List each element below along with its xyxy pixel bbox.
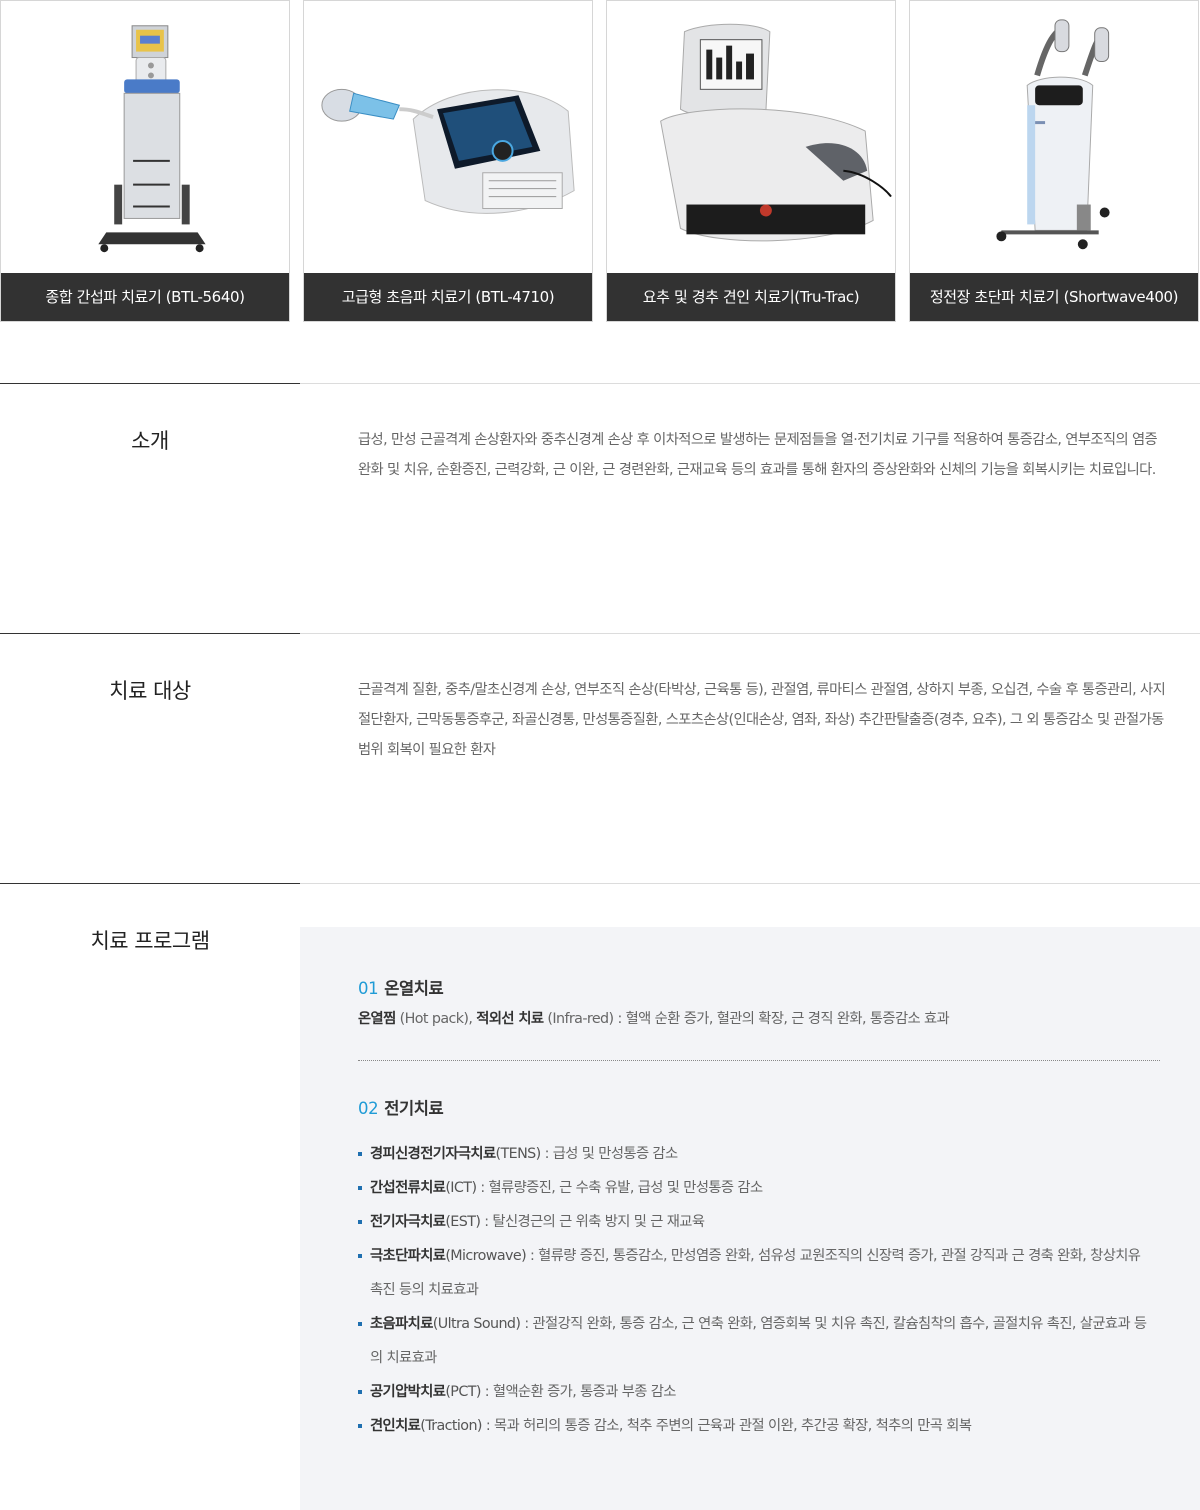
equipment-caption: 정전장 초단파 치료기 (Shortwave400) <box>910 273 1198 321</box>
program-title-electric: 02 전기치료 <box>358 1095 444 1119</box>
equipment-caption: 종합 간섭파 치료기 (BTL-5640) <box>1 273 289 321</box>
section-divider <box>0 883 300 884</box>
treatment-effect: : 급성 및 만성통증 감소 <box>540 1146 679 1162</box>
equipment-card-traction[interactable]: 요추 및 경추 견인 치료기(Tru-Trac) <box>606 0 896 322</box>
list-item: 경피신경전기자극치료(TENS) : 급성 및 만성통증 감소 <box>358 1137 1148 1171</box>
intro-section: 소개 급성, 만성 근골격계 손상환자와 중추신경계 손상 후 이차적으로 발생… <box>0 383 1200 633</box>
program-number: 02 <box>358 1099 379 1118</box>
treatment-code: (PCT) <box>445 1384 481 1400</box>
program-box: 01 온열치료 온열찜 (Hot pack), 적외선 치료 (Infra-red… <box>300 927 1200 1510</box>
treatment-effect: : 혈액순환 증가, 통증과 부종 감소 <box>480 1384 677 1400</box>
section-divider <box>300 883 1200 884</box>
section-divider <box>0 633 300 634</box>
treatment-name: 극초단파치료 <box>370 1248 446 1264</box>
program-title-heat: 01 온열치료 <box>358 975 444 999</box>
treatment-code: (ICT) <box>445 1180 477 1196</box>
equipment-caption: 고급형 초음파 치료기 (BTL-4710) <box>304 273 592 321</box>
treatment-name: 견인치료 <box>370 1418 421 1434</box>
treatment-name: 초음파치료 <box>370 1316 433 1332</box>
program-heading: 치료 프로그램 <box>90 929 210 953</box>
program-number: 01 <box>358 979 379 998</box>
program-title: 온열치료 <box>384 979 444 998</box>
treatment-code: (Ultra Sound) <box>432 1316 521 1332</box>
intro-heading: 소개 <box>131 429 169 453</box>
treatment-code: (Hot pack), <box>395 1011 477 1027</box>
intro-text: 급성, 만성 근골격계 손상환자와 중추신경계 손상 후 이차적으로 발생하는 … <box>358 432 1158 478</box>
treatment-name: 경피신경전기자극치료 <box>370 1146 496 1162</box>
equipment-card-ultrasound[interactable]: 고급형 초음파 치료기 (BTL-4710) <box>303 0 593 322</box>
heat-description: 온열찜 (Hot pack), 적외선 치료 (Infra-red) : 혈액 … <box>358 1007 950 1028</box>
list-item: 전기자극치료(EST) : 탈신경근의 근 위축 방지 및 근 재교육 <box>358 1205 1148 1239</box>
equipment-card-shortwave[interactable]: 정전장 초단파 치료기 (Shortwave400) <box>909 0 1199 322</box>
interference-therapy-device-image <box>1 1 289 274</box>
equipment-gallery: 종합 간섭파 치료기 (BTL-5640) 고급형 초음파 치료기 (BTL-4… <box>0 0 1200 322</box>
equipment-card-interference[interactable]: 종합 간섭파 치료기 (BTL-5640) <box>0 0 290 322</box>
target-text: 근골격계 질환, 중추/말초신경계 손상, 연부조직 손상(타박상, 근육통 등… <box>358 682 1166 758</box>
list-item: 간섭전류치료(ICT) : 혈류량증진, 근 수축 유발, 급성 및 만성통증 … <box>358 1171 1148 1205</box>
treatment-code: (TENS) <box>495 1146 542 1162</box>
section-divider <box>0 383 300 384</box>
treatment-effect: : 탈신경근의 근 위축 방지 및 근 재교육 <box>480 1214 705 1230</box>
list-item: 공기압박치료(PCT) : 혈액순환 증가, 통증과 부종 감소 <box>358 1375 1148 1409</box>
program-section: 치료 프로그램 01 온열치료 온열찜 (Hot pack), 적외선 치료 (I… <box>0 883 1200 1510</box>
target-section: 치료 대상 근골격계 질환, 중추/말초신경계 손상, 연부조직 손상(타박상,… <box>0 633 1200 883</box>
treatment-name: 전기자극치료 <box>370 1214 446 1230</box>
equipment-caption: 요추 및 경추 견인 치료기(Tru-Trac) <box>607 273 895 321</box>
section-divider <box>300 633 1200 634</box>
program-title: 전기치료 <box>384 1099 444 1118</box>
electric-treatment-list: 경피신경전기자극치료(TENS) : 급성 및 만성통증 감소 간섭전류치료(I… <box>358 1137 1148 1443</box>
shortwave-therapy-device-image <box>910 1 1198 274</box>
treatment-name: 온열찜 <box>358 1011 396 1027</box>
treatment-effect: : 목과 허리의 통증 감소, 척추 주변의 근육과 관절 이완, 추간공 확장… <box>481 1418 972 1434</box>
treatment-code: (Microwave) <box>445 1248 527 1264</box>
treatment-effect: : 혈류량증진, 근 수축 유발, 급성 및 만성통증 감소 <box>476 1180 763 1196</box>
treatment-name: 공기압박치료 <box>370 1384 446 1400</box>
section-divider <box>300 383 1200 384</box>
dotted-divider <box>358 1060 1160 1061</box>
list-item: 견인치료(Traction) : 목과 허리의 통증 감소, 척추 주변의 근육… <box>358 1409 1148 1443</box>
treatment-code: (Infra-red) <box>543 1011 614 1027</box>
list-item: 초음파치료(Ultra Sound) : 관절강직 완화, 통증 감소, 근 연… <box>358 1307 1148 1375</box>
ultrasound-therapy-device-image <box>304 1 592 274</box>
list-item: 극초단파치료(Microwave) : 혈류량 증진, 통증감소, 만성염증 완… <box>358 1239 1148 1307</box>
treatment-name: 적외선 치료 <box>476 1011 544 1027</box>
treatment-code: (Traction) <box>420 1418 482 1434</box>
traction-therapy-device-image <box>607 1 895 274</box>
target-heading: 치료 대상 <box>109 679 191 703</box>
treatment-name: 간섭전류치료 <box>370 1180 446 1196</box>
treatment-code: (EST) <box>445 1214 481 1230</box>
treatment-effect: : 혈액 순환 증가, 혈관의 확장, 근 경직 완화, 통증감소 효과 <box>613 1011 950 1027</box>
